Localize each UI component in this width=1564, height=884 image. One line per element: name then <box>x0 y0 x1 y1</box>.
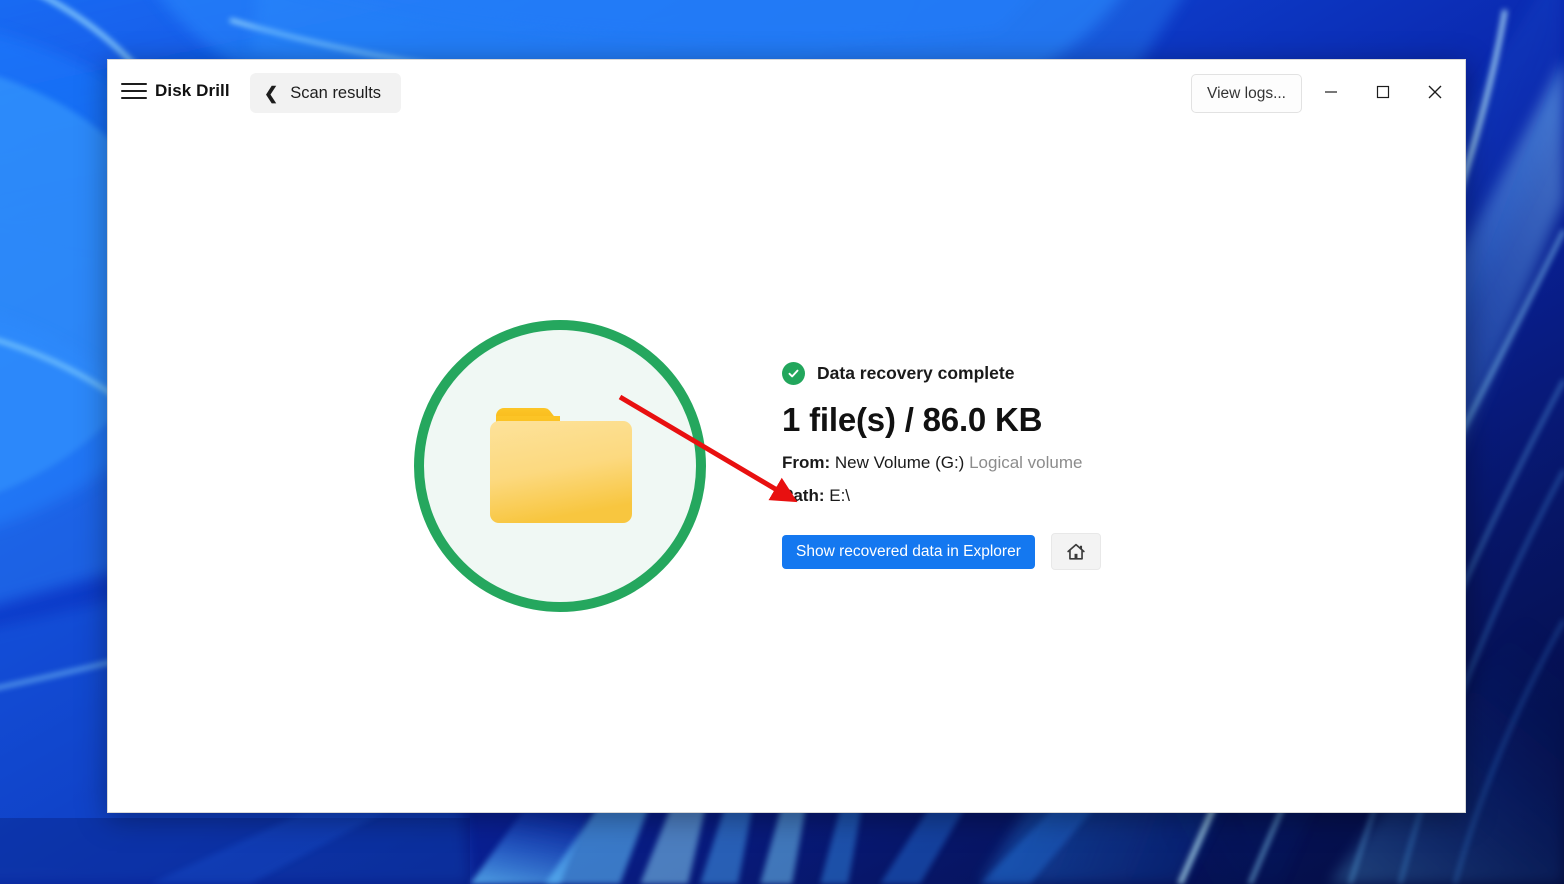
close-button[interactable] <box>1412 70 1458 114</box>
source-value: New Volume (G:) <box>834 453 965 472</box>
hamburger-menu-icon[interactable] <box>121 79 147 103</box>
view-logs-button[interactable]: View logs... <box>1191 74 1302 113</box>
path-key: Path: <box>782 486 825 505</box>
close-icon <box>1428 85 1442 99</box>
recovery-info: Data recovery complete 1 file(s) / 86.0 … <box>782 361 1252 570</box>
source-key: From: <box>782 453 831 472</box>
status-label: Data recovery complete <box>817 362 1015 383</box>
path-row: Path: E:\ <box>782 485 1252 507</box>
back-button-label: Scan results <box>290 83 382 102</box>
window-titlebar: Disk Drill ❮ Scan results View logs... <box>108 60 1465 122</box>
status-row: Data recovery complete <box>782 361 1252 385</box>
desktop: Disk Drill ❮ Scan results View logs... D… <box>0 0 1564 884</box>
folder-icon <box>490 408 632 523</box>
minimize-icon <box>1325 91 1337 93</box>
source-row: From: New Volume (G:) Logical volume <box>782 452 1252 474</box>
source-note: Logical volume <box>969 453 1083 472</box>
back-to-scan-results-button[interactable]: ❮ Scan results <box>250 73 402 113</box>
recovery-summary-headline: 1 file(s) / 86.0 KB <box>782 401 1043 438</box>
path-value: E:\ <box>829 486 851 505</box>
disk-drill-window: Disk Drill ❮ Scan results View logs... D… <box>107 59 1466 813</box>
chevron-left-icon: ❮ <box>264 83 279 103</box>
home-button[interactable] <box>1050 533 1101 570</box>
minimize-button[interactable] <box>1308 70 1354 114</box>
action-row: Show recovered data in Explorer <box>782 533 1252 570</box>
check-circle-icon <box>782 361 805 385</box>
home-icon <box>1067 543 1085 560</box>
show-recovered-data-button[interactable]: Show recovered data in Explorer <box>782 534 1035 569</box>
maximize-icon <box>1376 85 1390 99</box>
maximize-button[interactable] <box>1360 70 1406 114</box>
recovery-result-panel: Data recovery complete 1 file(s) / 86.0 … <box>108 122 1465 812</box>
view-logs-label: View logs... <box>1207 84 1286 102</box>
app-title: Disk Drill <box>155 81 230 100</box>
